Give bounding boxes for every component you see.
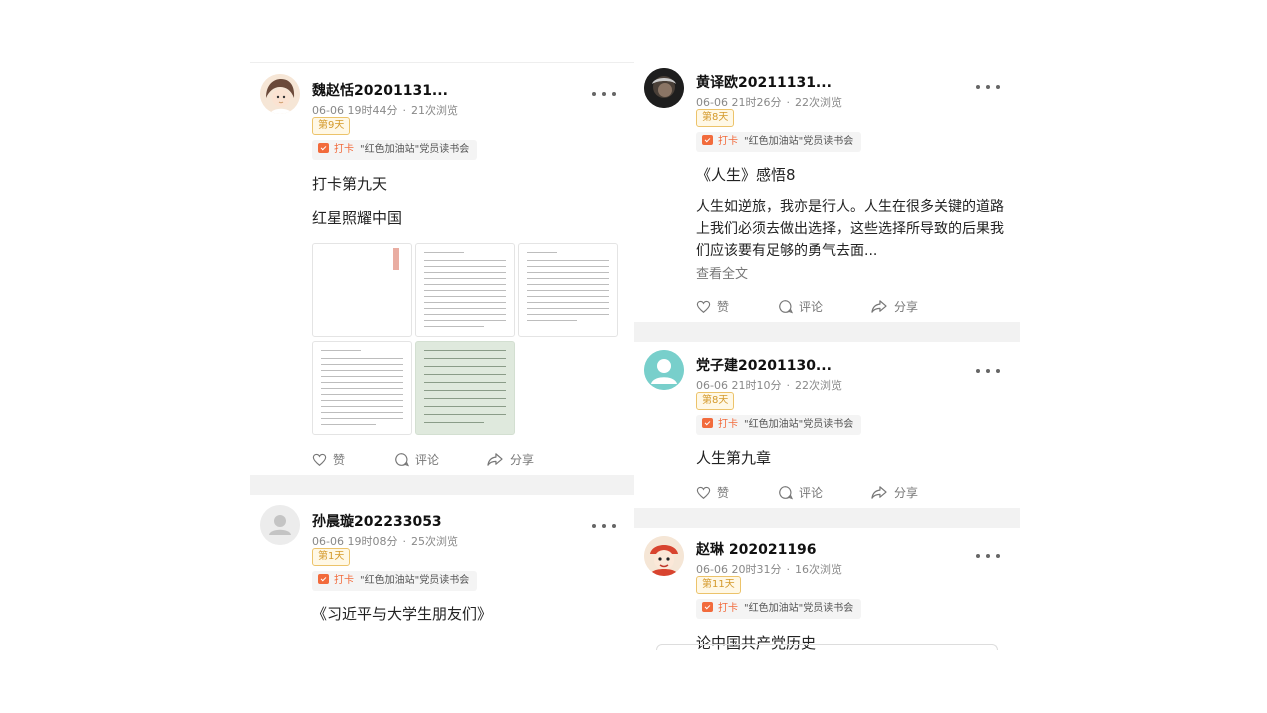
post-text-line: 人生第九章 <box>696 449 772 467</box>
avatar[interactable] <box>644 68 684 108</box>
checkin-icon <box>702 418 713 428</box>
post-image[interactable] <box>312 341 412 435</box>
comment-bubble-icon <box>394 452 409 467</box>
share-arrow-icon <box>870 299 888 314</box>
post-card: 赵琳 202021196 06-06 20时31分 · 16次浏览 第11天 打卡 "… <box>634 528 1020 650</box>
post-card: 魏赵恬20201131... 06-06 19时44分 · 21次浏览 第9天 打卡… <box>250 63 634 475</box>
post-time: 06-06 20时31分 <box>696 563 782 576</box>
checkin-tag[interactable]: 打卡 "红色加油站"党员读书会 <box>312 140 478 160</box>
post-separator <box>634 508 1020 528</box>
more-dots-icon[interactable] <box>592 521 616 531</box>
post-image[interactable] <box>415 243 515 337</box>
view-count: 25次浏览 <box>410 535 458 548</box>
share-button[interactable]: 分享 <box>486 451 534 468</box>
post-meta: 06-06 20时31分 · 16次浏览 <box>696 563 842 576</box>
heart-icon <box>312 453 327 467</box>
post-title: 《人生》感悟8 <box>696 166 796 184</box>
checkin-icon <box>702 135 713 145</box>
view-count: 21次浏览 <box>410 104 458 117</box>
comment-button[interactable]: 评论 <box>778 298 823 315</box>
post-image[interactable] <box>312 243 412 337</box>
more-dots-icon[interactable] <box>976 551 1000 561</box>
avatar[interactable] <box>260 74 300 114</box>
username[interactable]: 赵琳 202021196 <box>696 539 817 559</box>
avatar[interactable] <box>260 505 300 545</box>
day-badge: 第8天 <box>696 109 735 127</box>
post-time: 06-06 21时26分 <box>696 96 782 109</box>
checkin-tag[interactable]: 打卡 "红色加油站"党员读书会 <box>696 415 862 435</box>
post-meta: 06-06 19时44分 · 21次浏览 <box>312 104 458 117</box>
read-all-link[interactable]: 查看全文 <box>696 263 748 282</box>
heart-icon <box>696 486 711 500</box>
day-badge: 第1天 <box>312 548 351 566</box>
post-actions: 赞 评论 分享 <box>696 298 996 318</box>
avatar[interactable] <box>644 350 684 390</box>
username[interactable]: 党子建20201130... <box>696 355 832 375</box>
avatar[interactable] <box>644 536 684 576</box>
feed-column-left: 魏赵恬20201131... 06-06 19时44分 · 21次浏览 第9天 打卡… <box>250 62 634 651</box>
like-button[interactable]: 赞 <box>696 298 729 315</box>
checkin-icon <box>318 143 329 153</box>
more-dots-icon[interactable] <box>976 366 1000 376</box>
username[interactable]: 孙晨璇202233053 <box>312 511 442 531</box>
post-text-line: 打卡第九天 <box>312 175 388 193</box>
overlay-edge <box>656 644 998 650</box>
share-button[interactable]: 分享 <box>870 484 918 501</box>
checkin-tag[interactable]: 打卡 "红色加油站"党员读书会 <box>696 132 862 152</box>
comment-button[interactable]: 评论 <box>778 484 823 501</box>
more-dots-icon[interactable] <box>592 89 616 99</box>
post-meta: 06-06 21时10分 · 22次浏览 <box>696 379 842 392</box>
comment-button[interactable]: 评论 <box>394 451 439 468</box>
comment-bubble-icon <box>778 299 793 314</box>
post-time: 06-06 21时10分 <box>696 379 782 392</box>
day-badge: 第8天 <box>696 392 735 410</box>
checkin-icon <box>318 574 329 584</box>
post-time: 06-06 19时08分 <box>312 535 398 548</box>
checkin-tag[interactable]: 打卡 "红色加油站"党员读书会 <box>696 599 862 619</box>
like-button[interactable]: 赞 <box>696 484 729 501</box>
post-image[interactable] <box>415 341 515 435</box>
post-actions: 赞 评论 分享 <box>312 451 612 471</box>
post-card: 党子建20201130... 06-06 21时10分 · 22次浏览 第8天 打卡… <box>634 342 1020 508</box>
post-image[interactable] <box>518 243 618 337</box>
post-text-line: 《习近平与大学生朋友们》 <box>312 605 493 623</box>
post-time: 06-06 19时44分 <box>312 104 398 117</box>
post-card: 孙晨璇202233053 06-06 19时08分 · 25次浏览 第1天 打卡 "红… <box>250 495 634 651</box>
post-separator <box>250 475 634 495</box>
checkin-icon <box>702 602 713 612</box>
post-card: 黄译欧20211131... 06-06 21时26分 · 22次浏览 第8天 打卡… <box>634 62 1020 322</box>
checkin-tag[interactable]: 打卡 "红色加油站"党员读书会 <box>312 571 478 591</box>
post-actions: 赞 评论 分享 <box>696 484 996 504</box>
feed-column-right: 黄译欧20211131... 06-06 21时26分 · 22次浏览 第8天 打卡… <box>634 62 1020 650</box>
post-separator <box>634 322 1020 342</box>
view-count: 22次浏览 <box>794 96 842 109</box>
post-meta: 06-06 21时26分 · 22次浏览 <box>696 96 842 109</box>
post-meta: 06-06 19时08分 · 25次浏览 <box>312 535 458 548</box>
post-text-line: 红星照耀中国 <box>312 209 403 227</box>
share-button[interactable]: 分享 <box>870 298 918 315</box>
username[interactable]: 黄译欧20211131... <box>696 72 832 92</box>
day-badge: 第9天 <box>312 117 351 135</box>
heart-icon <box>696 300 711 314</box>
share-arrow-icon <box>486 452 504 467</box>
view-count: 22次浏览 <box>794 379 842 392</box>
like-button[interactable]: 赞 <box>312 451 345 468</box>
share-arrow-icon <box>870 485 888 500</box>
comment-bubble-icon <box>778 485 793 500</box>
day-badge: 第11天 <box>696 576 741 594</box>
post-body: 人生如逆旅，我亦是行人。人生在很多关键的道路上我们必须去做出选择，这些选择所导致… <box>696 199 1004 259</box>
view-count: 16次浏览 <box>794 563 842 576</box>
username[interactable]: 魏赵恬20201131... <box>312 80 448 100</box>
more-dots-icon[interactable] <box>976 82 1000 92</box>
